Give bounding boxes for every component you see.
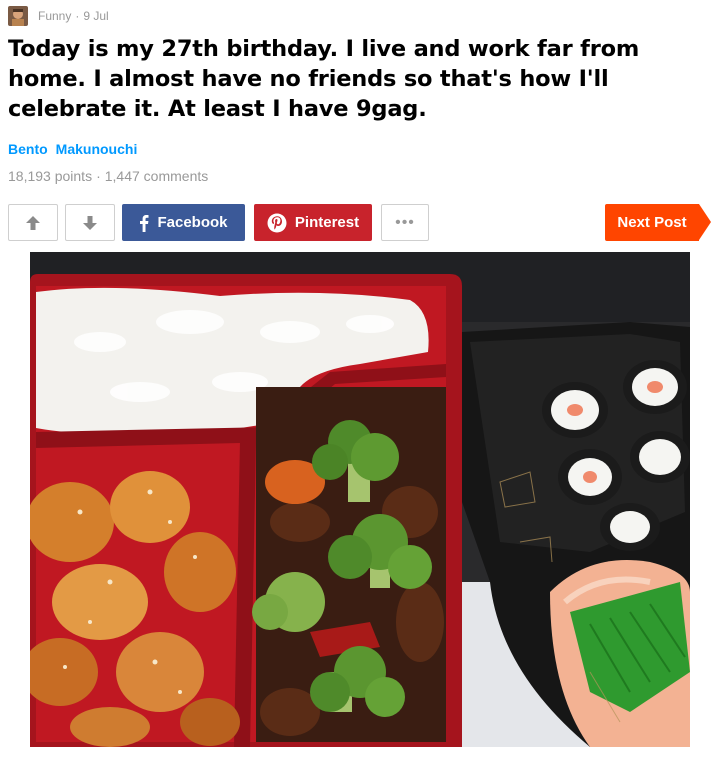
- section-link[interactable]: Funny: [38, 9, 71, 23]
- more-options-button[interactable]: •••: [381, 204, 429, 241]
- facebook-share-button[interactable]: Facebook: [122, 204, 245, 241]
- author-first-name[interactable]: Bento: [8, 141, 48, 157]
- pinterest-share-button[interactable]: Pinterest: [254, 204, 372, 241]
- arrow-down-icon: [83, 215, 97, 230]
- upvote-button[interactable]: [8, 204, 58, 241]
- post-image[interactable]: [30, 252, 690, 747]
- author-last-name[interactable]: Makunouchi: [56, 141, 138, 157]
- arrow-up-icon: [26, 215, 40, 230]
- comments-count[interactable]: 1,447 comments: [105, 168, 209, 184]
- post-stats: 18,193 points · 1,447 comments: [8, 168, 208, 184]
- stats-separator: ·: [96, 168, 101, 184]
- facebook-icon: [139, 214, 149, 232]
- pinterest-label: Pinterest: [294, 214, 360, 231]
- section-avatar-icon[interactable]: [8, 6, 28, 26]
- next-post-button[interactable]: Next Post: [605, 204, 699, 241]
- pinterest-icon: [267, 213, 287, 233]
- next-post-label: Next Post: [617, 214, 687, 231]
- action-bar: Facebook Pinterest ••• Next Post: [8, 204, 713, 241]
- meta-separator: ·: [75, 9, 80, 23]
- post-meta: Funny · 9 Jul: [8, 6, 109, 26]
- points-count[interactable]: 18,193 points: [8, 168, 92, 184]
- next-post-arrow-tip[interactable]: [699, 204, 711, 240]
- post-title: Today is my 27th birthday. I live and wo…: [8, 36, 640, 122]
- post-author: Bento Makunouchi: [8, 141, 137, 157]
- downvote-button[interactable]: [65, 204, 115, 241]
- facebook-label: Facebook: [157, 214, 228, 231]
- more-dots-icon: •••: [395, 213, 415, 231]
- post-date: 9 Jul: [83, 9, 109, 23]
